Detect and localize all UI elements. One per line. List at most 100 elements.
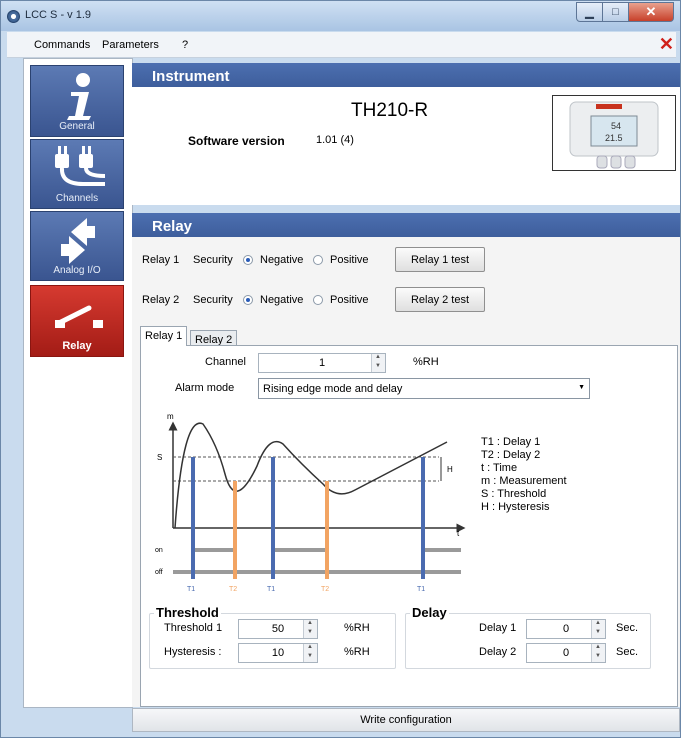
relay2-positive-label: Positive [330, 294, 369, 306]
write-configuration-button[interactable]: Write configuration [132, 708, 680, 732]
software-version-value: 1.01 (4) [316, 134, 354, 146]
relay2-positive-radio[interactable] [313, 295, 323, 305]
delay1-value: 0 [562, 623, 570, 635]
hysteresis-spin-icon[interactable] [303, 644, 317, 662]
tab-relay-2[interactable]: Relay 2 [190, 330, 238, 346]
threshold-axis-label: S [157, 453, 162, 462]
tab-relay-1[interactable]: Relay 1 [140, 326, 188, 346]
chevron-down-icon: ▼ [578, 384, 585, 391]
t1-marker: T1 [187, 586, 195, 593]
threshold-group: Threshold Threshold 1 50 %RH Hysteresis … [149, 605, 396, 669]
device-display-humidity: 54 [611, 121, 621, 131]
relay2-test-button[interactable]: Relay 2 test [395, 287, 485, 312]
sidebar-item-label: Channels [55, 193, 99, 204]
legend-item: S : Threshold [481, 488, 547, 500]
axis-m-label: m [167, 412, 174, 421]
channel-value: 1 [318, 357, 326, 369]
delay1-label: Delay 1 [479, 622, 517, 634]
app-icon [7, 10, 20, 23]
instrument-model: TH210-R [351, 100, 429, 121]
sidebar-item-analog-io[interactable]: Analog I/O [30, 211, 124, 281]
software-version-label: Software version [188, 134, 285, 148]
relay1-test-button[interactable]: Relay 1 test [395, 247, 485, 272]
info-icon [67, 73, 91, 120]
instrument-panel: TH210-R Software version 1.01 (4) 54 21.… [132, 87, 680, 205]
delay2-unit: Sec. [616, 646, 639, 658]
alarm-mode-value: Rising edge mode and delay [263, 383, 403, 395]
threshold-unit: %RH [344, 622, 370, 634]
diagram-legend: T1 : Delay 1 T2 : Delay 2 t : Time m : M… [481, 436, 567, 514]
exit-icon[interactable]: ✕ [659, 34, 674, 54]
relay1-positive-label: Positive [330, 254, 369, 266]
measurement-curve [174, 422, 448, 529]
relay1-positive-radio[interactable] [313, 255, 323, 265]
sidebar: General Channels Analog I/O Relay [23, 58, 133, 708]
threshold-spin-icon[interactable] [303, 620, 317, 638]
relay2-negative-radio[interactable] [243, 295, 253, 305]
hysteresis-unit: %RH [344, 646, 370, 658]
sidebar-item-relay[interactable]: Relay [30, 285, 124, 357]
delay2-label: Delay 2 [479, 646, 517, 658]
threshold-stepper[interactable]: 50 [238, 619, 318, 639]
t1-bar [271, 457, 275, 579]
delay2-spin-icon[interactable] [591, 644, 605, 662]
legend-item: t : Time [481, 462, 518, 474]
channel-unit: %RH [413, 356, 439, 368]
close-button[interactable]: ✕ [629, 2, 674, 22]
channel-stepper[interactable]: 1 [258, 353, 386, 373]
hysteresis-stepper[interactable]: 10 [238, 643, 318, 663]
threshold-group-title: Threshold [154, 605, 221, 620]
device-display-temperature: 21.5 [605, 133, 623, 143]
minimize-button[interactable]: ▁ [576, 2, 603, 22]
channel-label: Channel [205, 356, 246, 368]
legend-item: m : Measurement [481, 475, 567, 487]
relay1-negative-label: Negative [260, 254, 304, 266]
device-icon: 54 21.5 [569, 101, 659, 169]
delay2-value: 0 [562, 647, 570, 659]
app-window: LCC S - v 1.9 ▁ □ ✕ Commands Parameters … [0, 0, 681, 738]
arrows-icon [61, 218, 95, 264]
hysteresis-label: Hysteresis : [164, 646, 222, 658]
sidebar-item-label: Analog I/O [53, 265, 101, 276]
title-bar[interactable]: LCC S - v 1.9 ▁ □ ✕ [1, 1, 680, 31]
delay-group: Delay Delay 1 0 Sec. Delay 2 0 Sec. [405, 605, 651, 669]
menu-bar: Commands Parameters ? ✕ [7, 32, 676, 58]
maximize-icon: □ [612, 6, 619, 18]
sidebar-item-channels[interactable]: Channels [30, 139, 124, 209]
hysteresis-value: 10 [271, 647, 285, 659]
relay2-negative-label: Negative [260, 294, 304, 306]
t1-bar [421, 457, 425, 579]
relay1-negative-radio[interactable] [243, 255, 253, 265]
hysteresis-marker-label: H [447, 465, 453, 474]
maximize-button[interactable]: □ [603, 2, 629, 22]
delay1-unit: Sec. [616, 622, 639, 634]
channel-spin-icon[interactable] [371, 354, 385, 372]
t2-marker: T2 [321, 586, 329, 593]
relay1-label: Relay 1 [142, 254, 180, 266]
alarm-mode-select[interactable]: Rising edge mode and delay ▼ [258, 378, 590, 399]
sidebar-item-label: Relay [62, 340, 92, 352]
delay1-spin-icon[interactable] [591, 620, 605, 638]
instrument-header: Instrument [132, 63, 680, 87]
relay-panel: Relay 1 Security Negative Positive Relay… [132, 237, 680, 707]
t1-marker: T1 [267, 586, 275, 593]
relay1-security-label: Security [193, 254, 233, 266]
plugs-icon [55, 146, 106, 186]
on-label: on [155, 547, 163, 554]
sidebar-item-general[interactable]: General [30, 65, 124, 137]
sidebar-item-label: General [59, 121, 95, 132]
delay2-stepper[interactable]: 0 [526, 643, 606, 663]
threshold-value: 50 [271, 623, 285, 635]
menu-commands[interactable]: Commands [34, 39, 90, 51]
axis-t-label: t [457, 529, 460, 538]
delay1-stepper[interactable]: 0 [526, 619, 606, 639]
relay-diagram: m t S H on off T1 T2 T1 T2 T1 [155, 412, 466, 593]
t2-bar [233, 481, 237, 579]
menu-parameters[interactable]: Parameters [102, 39, 159, 51]
relay-header: Relay [132, 213, 680, 237]
alarm-mode-label: Alarm mode [175, 382, 235, 394]
t1-marker: T1 [417, 586, 425, 593]
menu-help[interactable]: ? [182, 39, 188, 51]
window-title: LCC S - v 1.9 [25, 9, 92, 21]
t2-marker: T2 [229, 586, 237, 593]
